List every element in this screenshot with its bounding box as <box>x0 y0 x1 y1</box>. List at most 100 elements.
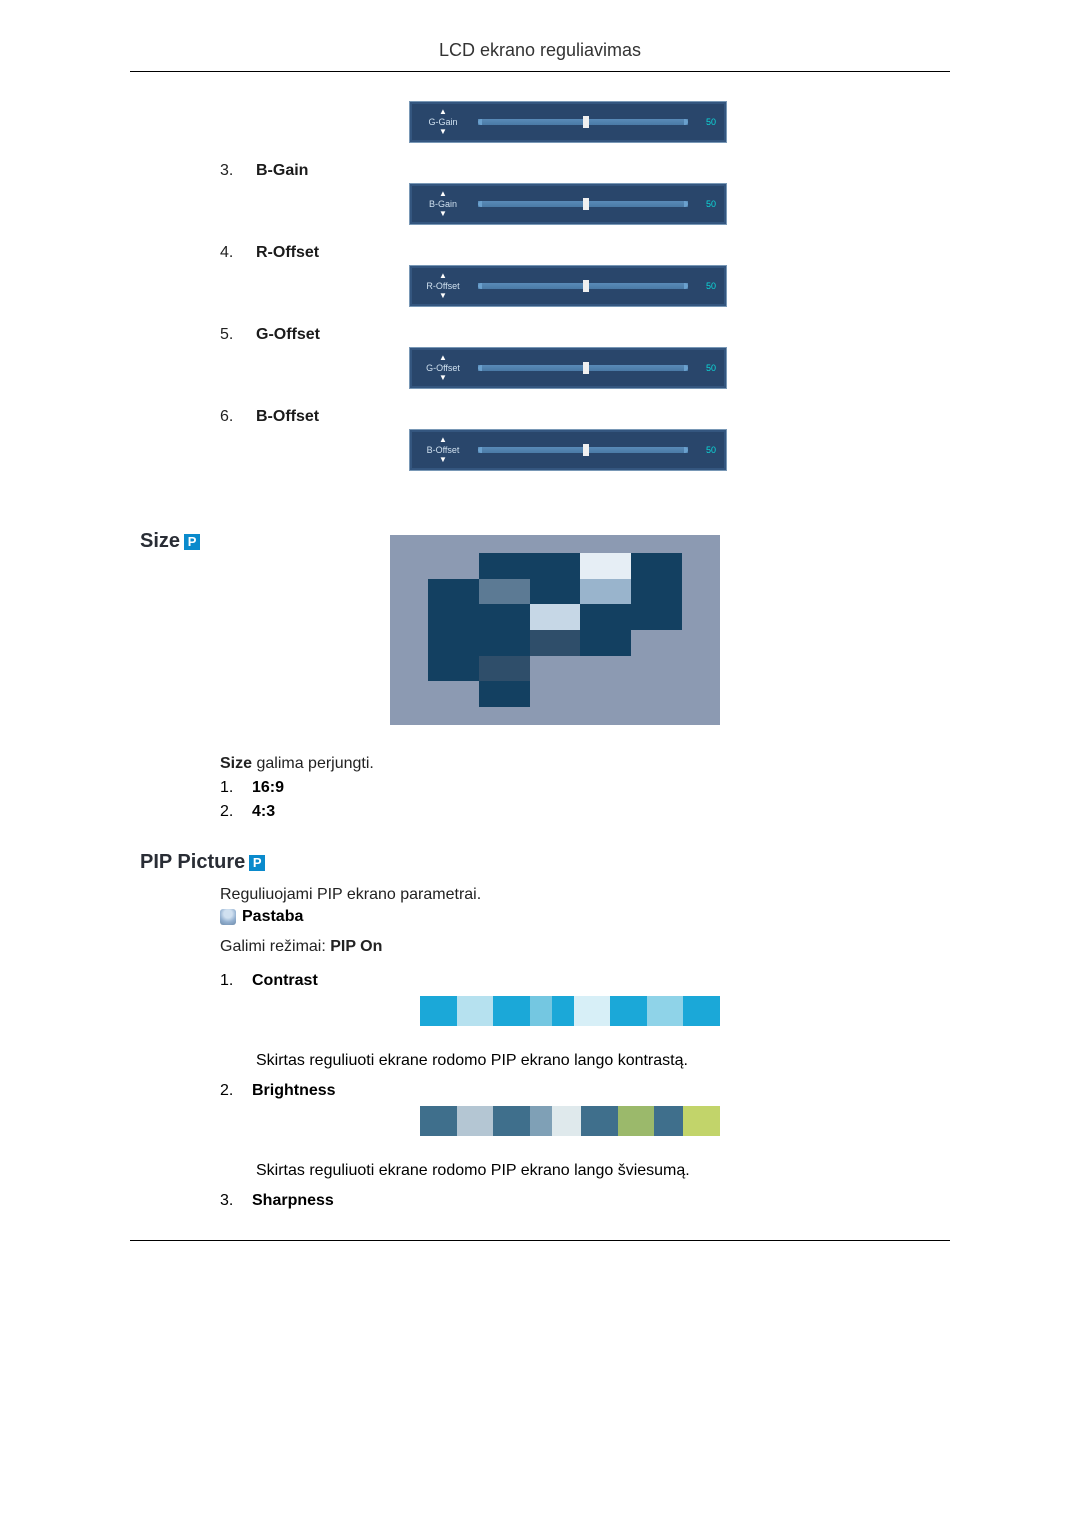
slider-row: ▲ G-Gain ▼ 50 <box>410 102 950 142</box>
list-item: 6. B-Offset <box>130 398 950 430</box>
slider-thumb[interactable] <box>583 198 589 210</box>
size-caption-bold: Size <box>220 755 252 772</box>
arrow-down-icon: ▼ <box>439 374 447 382</box>
slider-cap <box>684 201 688 207</box>
item-label: R-Offset <box>246 244 319 262</box>
slider-widget-b-gain[interactable]: ▲ B-Gain ▼ 50 <box>410 184 726 224</box>
arrow-down-icon: ▼ <box>439 456 447 464</box>
item-number: 2. <box>220 1082 252 1100</box>
arrow-down-icon: ▼ <box>439 210 447 218</box>
modes-prefix: Galimi režimai: <box>220 938 330 955</box>
list-item: 4. R-Offset <box>130 234 950 266</box>
slider-value: 50 <box>696 281 716 291</box>
p-icon: P <box>184 534 200 550</box>
item-label: B-Gain <box>246 162 308 180</box>
item-number: 6. <box>130 408 246 426</box>
main-content: ▲ G-Gain ▼ 50 3. B-Gain ▲ B-Gai <box>130 72 950 1210</box>
slider-cap <box>478 447 482 453</box>
slider-cap <box>478 119 482 125</box>
slider-row: ▲ B-Gain ▼ 50 <box>410 184 950 224</box>
item-number: 3. <box>130 162 246 180</box>
size-illustration <box>390 535 720 725</box>
slider-label-col: ▲ B-Gain ▼ <box>416 190 470 218</box>
item-label: G-Offset <box>246 326 320 344</box>
slider-track[interactable] <box>478 365 688 371</box>
slider-row: ▲ B-Offset ▼ 50 <box>410 430 950 470</box>
arrow-up-icon: ▲ <box>439 108 447 116</box>
slider-thumb[interactable] <box>583 280 589 292</box>
note-label: Pastaba <box>242 908 303 926</box>
slider-widget-g-gain[interactable]: ▲ G-Gain ▼ 50 <box>410 102 726 142</box>
slider-cap <box>478 283 482 289</box>
item-label: B-Offset <box>246 408 319 426</box>
arrow-down-icon: ▼ <box>439 292 447 300</box>
item-number: 1. <box>220 779 252 797</box>
footer-divider <box>130 1240 950 1241</box>
slider-widget-g-offset[interactable]: ▲ G-Offset ▼ 50 <box>410 348 726 388</box>
slider-label-col: ▲ G-Gain ▼ <box>416 108 470 136</box>
slider-widget-r-offset[interactable]: ▲ R-Offset ▼ 50 <box>410 266 726 306</box>
list-item: 3. B-Gain <box>130 152 950 184</box>
item-number: 2. <box>220 803 252 821</box>
slider-row: ▲ R-Offset ▼ 50 <box>410 266 950 306</box>
slider-value: 50 <box>696 363 716 373</box>
arrow-down-icon: ▼ <box>439 128 447 136</box>
item-label: Brightness <box>252 1082 336 1100</box>
slider-thumb[interactable] <box>583 362 589 374</box>
item-number: 5. <box>130 326 246 344</box>
p-icon: P <box>249 855 265 871</box>
slider-cap <box>684 119 688 125</box>
slider-cap <box>684 365 688 371</box>
brightness-illustration <box>420 1106 720 1136</box>
slider-value: 50 <box>696 117 716 127</box>
pip-modes: Galimi režimai: PIP On <box>130 926 950 956</box>
slider-widget-b-offset[interactable]: ▲ B-Offset ▼ 50 <box>410 430 726 470</box>
slider-label-col: ▲ B-Offset ▼ <box>416 436 470 464</box>
slider-track[interactable] <box>478 119 688 125</box>
contrast-illustration <box>420 996 720 1026</box>
slider-thumb[interactable] <box>583 444 589 456</box>
modes-bold: PIP On <box>330 938 382 955</box>
item-label: 16:9 <box>252 779 284 797</box>
list-item: 5. G-Offset <box>130 316 950 348</box>
slider-track[interactable] <box>478 447 688 453</box>
size-caption: Size galima perjungti. <box>130 725 950 773</box>
slider-thumb[interactable] <box>583 116 589 128</box>
slider-value: 50 <box>696 445 716 455</box>
slider-label-col: ▲ G-Offset ▼ <box>416 354 470 382</box>
list-item: 2. 4:3 <box>130 797 950 821</box>
slider-cap <box>684 447 688 453</box>
arrow-up-icon: ▲ <box>439 354 447 362</box>
item-number: 3. <box>220 1192 252 1210</box>
section-title-text: PIP Picture <box>140 851 245 874</box>
section-title-pip: PIP PictureP <box>130 821 950 874</box>
page-title: LCD ekrano reguliavimas <box>130 40 950 71</box>
pip-intro: Reguliuojami PIP ekrano parametrai. <box>130 874 950 904</box>
item-number: 4. <box>130 244 246 262</box>
item-label: Sharpness <box>252 1192 334 1210</box>
slider-value: 50 <box>696 199 716 209</box>
slider-row: ▲ G-Offset ▼ 50 <box>410 348 950 388</box>
slider-track[interactable] <box>478 283 688 289</box>
list-item: 3. Sharpness <box>130 1186 950 1210</box>
note-icon <box>220 909 236 925</box>
item-label: 4:3 <box>252 803 275 821</box>
slider-cap <box>684 283 688 289</box>
list-item: 2. Brightness <box>130 1076 950 1100</box>
item-label: Contrast <box>252 972 318 990</box>
slider-cap <box>478 201 482 207</box>
list-item: 1. 16:9 <box>130 773 950 797</box>
brightness-desc: Skirtas reguliuoti ekrane rodomo PIP ekr… <box>130 1144 950 1186</box>
section-title-text: Size <box>140 530 180 553</box>
arrow-up-icon: ▲ <box>439 272 447 280</box>
arrow-up-icon: ▲ <box>439 190 447 198</box>
contrast-desc: Skirtas reguliuoti ekrane rodomo PIP ekr… <box>130 1034 950 1076</box>
slider-label-col: ▲ R-Offset ▼ <box>416 272 470 300</box>
size-caption-rest: galima perjungti. <box>252 755 374 772</box>
slider-cap <box>478 365 482 371</box>
slider-track[interactable] <box>478 201 688 207</box>
list-item: 1. Contrast <box>130 956 950 990</box>
arrow-up-icon: ▲ <box>439 436 447 444</box>
item-number: 1. <box>220 972 252 990</box>
note-row: Pastaba <box>130 904 950 926</box>
